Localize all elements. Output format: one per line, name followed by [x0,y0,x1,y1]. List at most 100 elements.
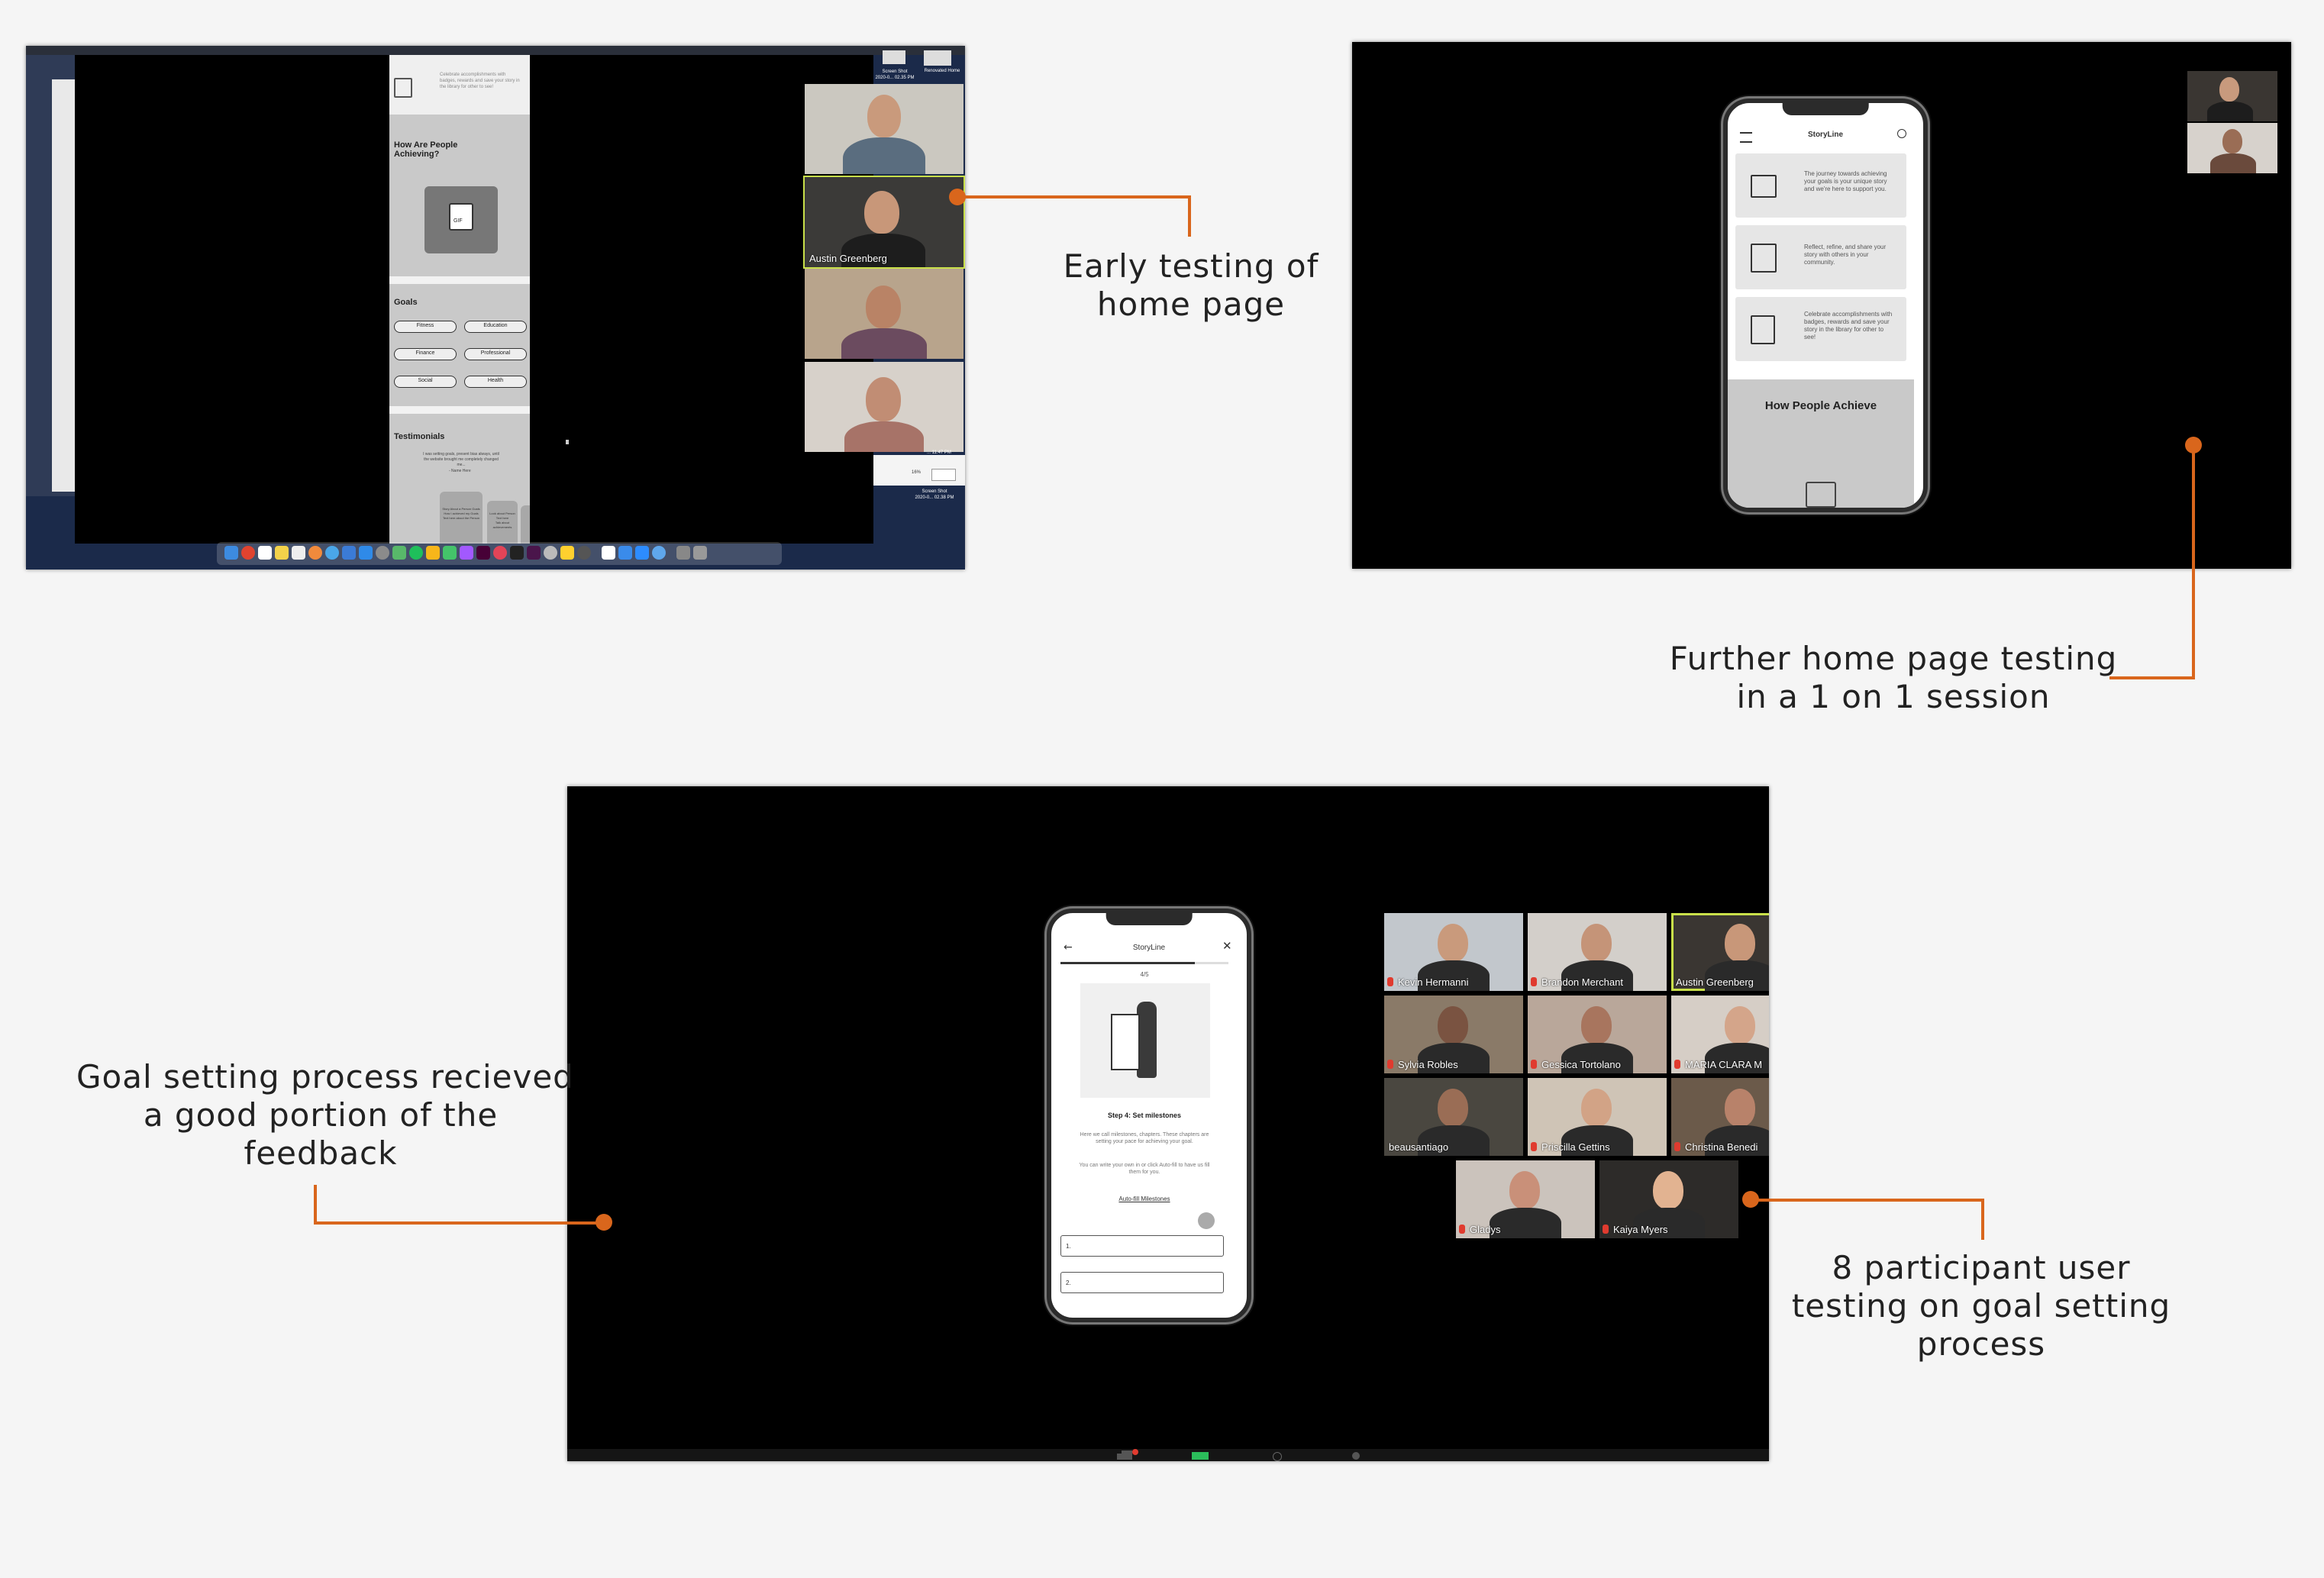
participant-tile[interactable]: Gessica Tortolano [1528,996,1667,1073]
mail-icon[interactable] [618,546,632,560]
participant-face [1581,1006,1612,1044]
wire-goal-pill[interactable]: Finance [394,348,457,360]
safari-icon[interactable] [325,546,339,560]
finder-icon[interactable] [224,546,238,560]
desktop-file-label: Screen Shot 2020-0... 02.38 PM [904,489,965,501]
participant-tile[interactable]: Priscilla Gettins [1528,1078,1667,1156]
photos-icon[interactable] [308,546,322,560]
how-people-section: How People Achieve [1728,379,1914,508]
wire-story-card[interactable] [521,505,530,544]
participant-tile[interactable]: Brandon Merchant [1528,913,1667,991]
video-gif-icon[interactable] [1806,482,1836,508]
terminal-icon[interactable] [510,546,524,560]
cloud-icon[interactable] [652,546,666,560]
notification-badge [1132,1449,1138,1455]
participant-body [844,421,924,452]
desktop-file-line: 2020-0... 02.38 PM [915,495,954,500]
wire-goals-title: Goals [394,298,418,307]
zoom-icon[interactable] [635,546,649,560]
slack-icon[interactable] [527,546,541,560]
participant-tile[interactable] [805,84,963,174]
notion-icon[interactable] [602,546,615,560]
participant-tile[interactable] [2187,123,2277,173]
muted-mic-icon [1531,1060,1537,1069]
participant-tile[interactable]: Gladys [1456,1160,1595,1238]
participant-name: Austin Greenberg [1676,976,1754,988]
notes-icon[interactable] [275,546,289,560]
messages-icon[interactable] [443,546,457,560]
reactions-icon[interactable] [1352,1452,1360,1460]
connector-line [2192,445,2195,679]
miro-icon[interactable] [560,546,574,560]
trash-icon[interactable] [693,546,707,560]
chrome-icon[interactable] [241,546,255,560]
wire-divider-2 [389,406,530,414]
muted-mic-icon [1531,977,1537,986]
caption-early-testing: Early testing of home page [1063,247,1319,323]
participant-tile[interactable]: beausantiago [1384,1078,1523,1156]
music-icon[interactable] [493,546,507,560]
participant-tile[interactable]: MARIA CLARA M [1671,996,1769,1073]
participant-name: beausantiago [1389,1141,1449,1153]
maps-icon[interactable] [392,546,406,560]
meeting-toolbar [567,1449,1769,1461]
files-icon[interactable] [292,546,305,560]
keynote-icon[interactable] [342,546,356,560]
participant-name: Gessica Tortolano [1541,1059,1621,1070]
share-screen-icon[interactable] [1192,1452,1209,1460]
record-icon[interactable] [1273,1452,1282,1461]
wire-story-card[interactable]: Look about Person Text here Talk about a… [487,501,518,544]
desktop-file-label: Renovated Home [924,69,960,73]
feature-card-text: Reflect, refine, and share your story wi… [1804,244,1887,266]
participant-name: Sylvia Robles [1398,1059,1458,1070]
desktop-window-sliver [52,79,76,492]
wire-goal-pill[interactable]: Education [464,321,527,333]
profile-icon[interactable] [1897,129,1906,138]
wire-goal-pill[interactable]: Fitness [394,321,457,333]
participant-tile-active-speaker[interactable]: Austin Greenberg [1671,913,1769,991]
camera-icon[interactable] [577,546,591,560]
muted-mic-icon [1674,1060,1680,1069]
downloads-icon[interactable] [676,546,690,560]
participant-body [841,328,927,359]
participant-tile[interactable] [805,269,963,359]
clipboard-badge-icon [1751,315,1775,344]
desktop-badge: 16% [912,470,922,475]
calendar-icon[interactable] [258,546,272,560]
chat-icon[interactable] [1122,1451,1132,1460]
connector-line [1188,195,1191,237]
participant-name: Christina Benedi [1685,1141,1758,1153]
wire-goal-pill[interactable]: Professional [464,348,527,360]
wire-story-card[interactable]: Story About a Person Goals How I achieve… [440,492,483,544]
app-store-icon[interactable] [359,546,373,560]
participant-tile-active-speaker[interactable]: Austin Greenberg [803,176,965,269]
figma-icon[interactable] [460,546,473,560]
feature-card[interactable]: Reflect, refine, and share your story wi… [1735,225,1906,289]
participant-tile[interactable]: Kevin Hermanni [1384,913,1523,991]
participant-face [1438,1006,1468,1044]
participant-face [2219,77,2239,102]
connector-line [1751,1199,1984,1202]
adobe-xd-icon[interactable] [476,546,490,560]
desktop-file-thumb[interactable] [883,50,905,64]
participant-face [1581,1089,1612,1127]
feature-card[interactable]: The journey towards achieving your goals… [1735,153,1906,218]
desktop-file-thumb[interactable] [924,50,951,66]
settings-icon[interactable] [544,546,557,560]
participant-tile[interactable]: Christina Benedi [1671,1078,1769,1156]
wire-goal-pill[interactable]: Health [464,376,527,388]
participant-tile[interactable] [805,362,963,452]
participant-tile[interactable] [2187,71,2277,121]
desktop-file-thumb[interactable] [931,469,956,481]
sketch-icon[interactable] [426,546,440,560]
wire-goal-pill[interactable]: Social [394,376,457,388]
participant-tile[interactable]: Kaiya Myers [1599,1160,1738,1238]
spotify-icon[interactable] [409,546,423,560]
desktop-file-label: Screen Shot 2020-0... 02.35 PM [872,69,918,81]
system-prefs-icon[interactable] [376,546,389,560]
participant-face [867,95,901,137]
menu-bar [26,46,965,55]
feature-card[interactable]: Celebrate accomplishments with badges, r… [1735,297,1906,361]
participant-face [866,286,901,328]
participant-tile[interactable]: Sylvia Robles [1384,996,1523,1073]
